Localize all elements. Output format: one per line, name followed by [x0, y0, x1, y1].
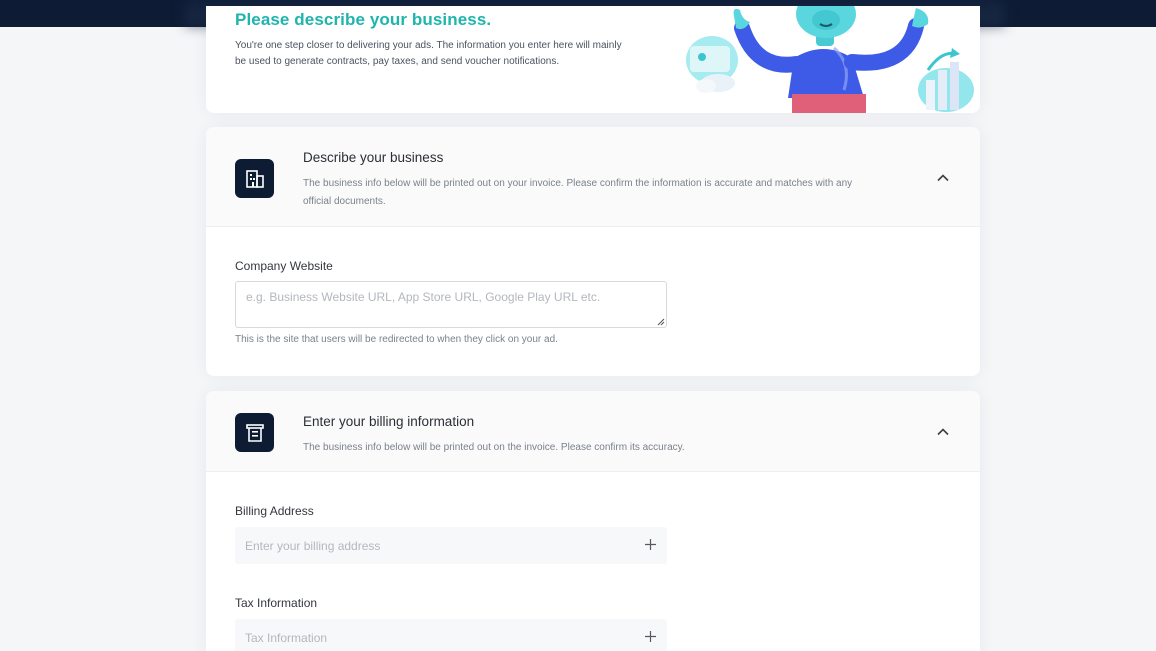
company-website-input[interactable]: e.g. Business Website URL, App Store URL…	[235, 281, 667, 328]
company-website-help: This is the site that users will be redi…	[235, 334, 558, 345]
billing-address-label: Billing Address	[235, 504, 314, 518]
company-website-label: Company Website	[235, 259, 333, 273]
chevron-up-icon	[937, 428, 949, 436]
business-section-description: The business info below will be printed …	[303, 178, 853, 207]
tax-information-label: Tax Information	[235, 596, 318, 610]
billing-section-title: Enter your billing information	[303, 414, 475, 429]
page-title: Please describe your business.	[235, 10, 492, 29]
chevron-up-icon	[937, 174, 949, 182]
plus-icon	[645, 631, 656, 642]
billing-section-header[interactable]: Enter your billing information The busin…	[206, 391, 980, 472]
collapse-business-button[interactable]	[935, 170, 951, 186]
company-website-placeholder: e.g. Business Website URL, App Store URL…	[246, 290, 601, 304]
business-person-illustration	[686, 6, 974, 113]
billing-address-placeholder: Enter your billing address	[245, 539, 381, 553]
resize-handle-icon[interactable]	[656, 317, 665, 326]
intro-banner: Please describe your business. You're on…	[206, 6, 980, 113]
building-icon	[235, 159, 274, 198]
tax-information-input[interactable]: Tax Information	[235, 619, 667, 651]
business-info-section: Describe your business The business info…	[206, 127, 980, 376]
tax-information-placeholder: Tax Information	[245, 631, 328, 645]
business-section-title: Describe your business	[303, 150, 444, 165]
billing-section-description: The business info below will be printed …	[303, 442, 685, 453]
intro-description: You're one step closer to delivering you…	[235, 40, 622, 67]
billing-info-section: Enter your billing information The busin…	[206, 391, 980, 651]
collapse-billing-button[interactable]	[935, 424, 951, 440]
plus-icon	[645, 539, 656, 550]
receipt-icon	[235, 413, 274, 452]
billing-address-input[interactable]: Enter your billing address	[235, 527, 667, 564]
business-section-header[interactable]: Describe your business The business info…	[206, 127, 980, 227]
